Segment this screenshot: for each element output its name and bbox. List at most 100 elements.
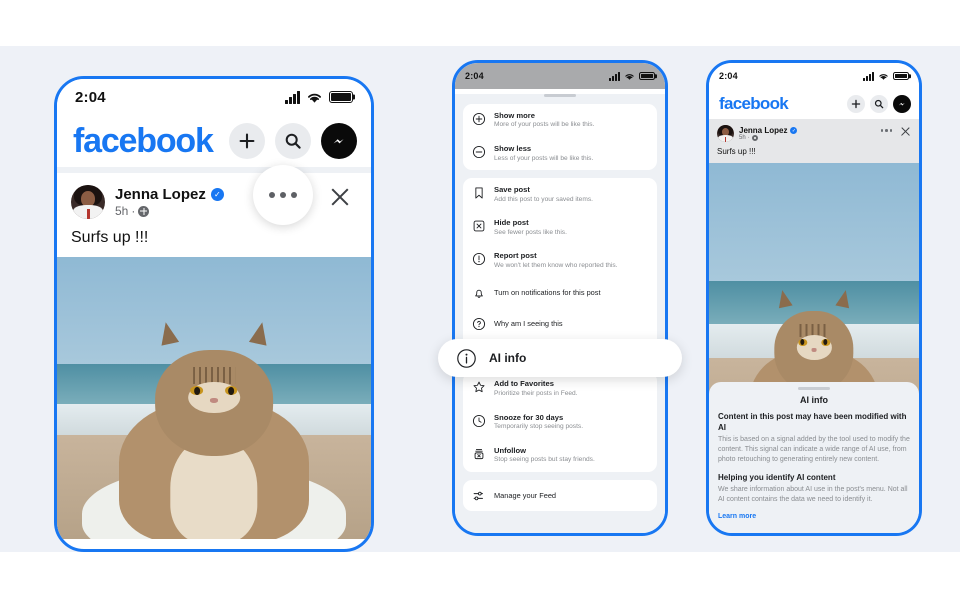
- menu-item-title: Hide post: [494, 218, 529, 228]
- post-options-sheet: Show more More of your posts will be lik…: [455, 94, 665, 533]
- status-indicators: [285, 90, 353, 104]
- header-actions-right: [847, 95, 911, 113]
- messenger-button[interactable]: [321, 123, 357, 159]
- question-circle-icon: [472, 318, 486, 331]
- author-name-row: Jenna Lopez ✓: [739, 126, 798, 135]
- plus-icon: [239, 133, 255, 149]
- menu-item-show-less[interactable]: Show less Less of your posts will be lik…: [463, 137, 657, 170]
- close-button[interactable]: [329, 185, 351, 207]
- bookmark-icon: [475, 187, 483, 199]
- menu-item-subtitle: See fewer posts like this.: [494, 228, 567, 236]
- menu-item-title: Report post: [494, 251, 537, 261]
- menu-group-feedback: Show more More of your posts will be lik…: [463, 104, 657, 171]
- menu-item-manage-your-feed[interactable]: Manage your Feed: [463, 480, 657, 511]
- drag-handle[interactable]: [544, 94, 576, 97]
- facebook-header-left: facebook: [57, 115, 371, 167]
- messenger-button[interactable]: [893, 95, 911, 113]
- author-name: Jenna Lopez: [739, 126, 788, 135]
- menu-group-relationship: Add to Favorites Prioritize their posts …: [463, 372, 657, 472]
- three-dots-icon[interactable]: [880, 129, 892, 132]
- sliders-icon: [473, 491, 483, 500]
- status-time: 2:04: [75, 88, 106, 106]
- close-icon[interactable]: [900, 125, 911, 136]
- menu-item-subtitle: Prioritize their posts in Feed.: [494, 389, 578, 397]
- menu-item-unfollow[interactable]: Unfollow Stop seeing posts but stay frie…: [463, 439, 657, 472]
- menu-item-title: Manage your Feed: [494, 490, 557, 500]
- menu-item-ai-info-highlighted[interactable]: AI info: [438, 339, 682, 377]
- menu-item-title: Show more: [494, 111, 535, 120]
- facebook-logo: facebook: [73, 121, 214, 160]
- hide-box-icon: [473, 220, 485, 232]
- phone-middle: 2:04 Show more More of your posts will b…: [452, 60, 668, 536]
- menu-item-title: Unfollow: [494, 445, 527, 455]
- plus-icon: [851, 99, 861, 109]
- post-meta: 5h ·: [115, 204, 224, 218]
- menu-item-subtitle: Less of your posts will be like this.: [494, 154, 594, 162]
- star-icon: [473, 382, 485, 393]
- wifi-icon: [879, 73, 888, 80]
- create-button[interactable]: [229, 123, 265, 159]
- menu-item-turn-on-notifications[interactable]: Turn on notifications for this post: [463, 277, 657, 308]
- ai-info-title: AI info: [800, 395, 828, 406]
- status-bar-left: 2:04: [57, 79, 371, 115]
- menu-group-post-actions: Save post Add this post to your saved it…: [463, 178, 657, 365]
- post-time: 5h: [115, 204, 129, 218]
- menu-item-snooze[interactable]: Snooze for 30 days Temporarily stop seei…: [463, 406, 657, 439]
- menu-item-subtitle: Add this post to your saved items.: [494, 195, 593, 203]
- menu-item-subtitle: We won't let them know who reported this…: [494, 261, 618, 269]
- menu-item-why-am-i-seeing-this[interactable]: Why am I seeing this: [463, 308, 657, 339]
- post-actions-right: [880, 125, 912, 136]
- post-text: Surfs up !!!: [71, 229, 149, 246]
- verified-badge-icon: ✓: [790, 127, 798, 134]
- status-indicators: [609, 71, 655, 81]
- clock-icon: [472, 414, 486, 427]
- author-name-row: Jenna Lopez ✓: [115, 186, 224, 203]
- meta-separator: ·: [131, 204, 136, 218]
- facebook-logo: facebook: [719, 94, 789, 113]
- post-meta: 5h ·: [739, 135, 797, 141]
- menu-item-report-post[interactable]: Report post We won't let them know who r…: [463, 244, 657, 277]
- status-bar-right: 2:04: [709, 63, 919, 89]
- status-indicators: [863, 71, 909, 81]
- create-button[interactable]: [847, 95, 865, 113]
- messenger-icon: [898, 102, 905, 106]
- learn-more-link[interactable]: Learn more: [718, 513, 756, 520]
- globe-icon: [138, 205, 150, 217]
- menu-item-hide-post[interactable]: Hide post See fewer posts like this.: [463, 211, 657, 244]
- post-more-button[interactable]: [253, 165, 313, 225]
- info-circle-icon: [457, 348, 476, 368]
- minus-circle-icon: [472, 145, 486, 159]
- unfollow-icon: [474, 448, 484, 459]
- menu-item-add-to-favorites[interactable]: Add to Favorites Prioritize their posts …: [463, 372, 657, 405]
- status-time: 2:04: [719, 71, 738, 81]
- report-circle-icon: [472, 253, 486, 266]
- menu-item-title: Save post: [494, 185, 530, 195]
- wifi-icon: [308, 93, 321, 103]
- menu-item-title: Why am I seeing this: [494, 319, 563, 329]
- search-icon: [874, 99, 884, 109]
- screenshot-stage: 2:04 facebook Jenna Lopez ✓ 5h · Surfs u…: [0, 0, 960, 600]
- menu-item-title: Turn on notifications for this post: [494, 288, 601, 298]
- search-button[interactable]: [275, 123, 311, 159]
- menu-item-show-more[interactable]: Show more More of your posts will be lik…: [463, 104, 657, 137]
- plus-circle-icon: [472, 112, 486, 126]
- author-name: Jenna Lopez: [115, 186, 206, 203]
- search-icon: [285, 133, 301, 149]
- menu-group-manage: Manage your Feed: [463, 479, 657, 511]
- messenger-icon: [333, 139, 344, 144]
- drag-handle[interactable]: [798, 387, 830, 391]
- bell-icon: [475, 290, 483, 299]
- ai-info-body-1: This is based on a signal added by the t…: [718, 435, 910, 463]
- post-photo-left[interactable]: [57, 257, 371, 539]
- avatar: [717, 125, 734, 142]
- battery-icon: [329, 91, 353, 103]
- wifi-icon: [625, 73, 634, 80]
- menu-item-subtitle: More of your posts will be like this.: [494, 121, 595, 129]
- status-time: 2:04: [465, 71, 484, 81]
- header-actions-left: [229, 123, 357, 159]
- menu-item-save-post[interactable]: Save post Add this post to your saved it…: [463, 178, 657, 211]
- ai-info-sheet: AI info Content in this post may have be…: [709, 382, 919, 533]
- verified-badge-icon: ✓: [210, 188, 224, 201]
- facebook-header-right: facebook: [709, 89, 919, 119]
- search-button[interactable]: [870, 95, 888, 113]
